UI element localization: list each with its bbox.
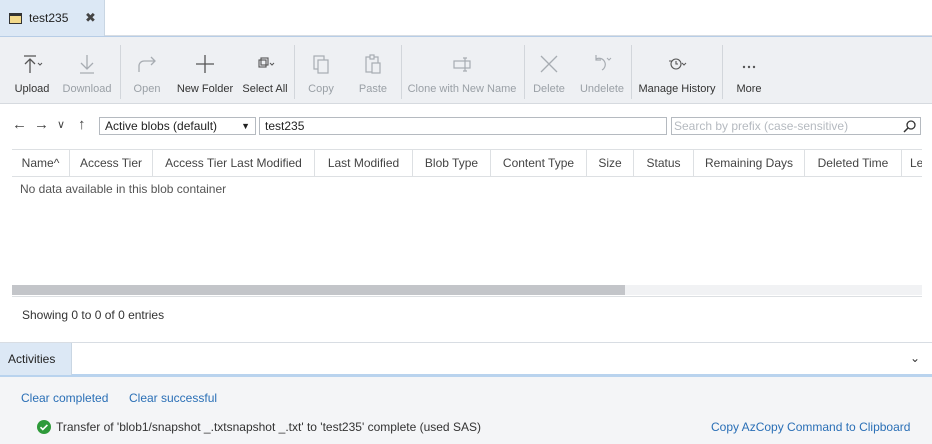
more-button[interactable]: More bbox=[732, 41, 766, 101]
back-arrow-icon[interactable]: ← bbox=[12, 117, 27, 133]
activity-message: Transfer of 'blob1/snapshot _.txtsnapsho… bbox=[56, 420, 481, 434]
tab-strip: test235 ✖ bbox=[0, 0, 932, 36]
column-header-content-type[interactable]: Content Type bbox=[491, 150, 587, 176]
tab-title: test235 bbox=[29, 11, 69, 25]
tab-activities[interactable]: Activities bbox=[0, 343, 72, 375]
copy-icon bbox=[313, 55, 329, 74]
forward-arrow-icon[interactable]: → bbox=[34, 117, 49, 133]
toolbar-separator bbox=[524, 45, 525, 99]
toolbar-separator bbox=[631, 45, 632, 99]
undelete-button[interactable]: Undelete bbox=[578, 41, 626, 101]
search-input[interactable]: Search by prefix (case-sensitive) bbox=[671, 117, 921, 135]
clone-icon bbox=[453, 57, 471, 72]
up-arrow-icon[interactable]: ↑ bbox=[78, 117, 86, 133]
chevron-down-icon[interactable]: ∨ bbox=[57, 117, 65, 133]
toolbar-separator bbox=[120, 45, 121, 99]
column-header-size[interactable]: Size bbox=[587, 150, 634, 176]
toolbar-separator bbox=[401, 45, 402, 99]
view-dropdown[interactable]: Active blobs (default) ▼ bbox=[99, 117, 256, 135]
new-folder-button[interactable]: New Folder bbox=[176, 41, 234, 101]
clear-completed-link[interactable]: Clear completed bbox=[21, 391, 108, 405]
container-icon bbox=[9, 12, 22, 24]
clear-successful-link[interactable]: Clear successful bbox=[129, 391, 217, 405]
column-header-access-tier-last-modified[interactable]: Access Tier Last Modified bbox=[153, 150, 315, 176]
more-icon bbox=[742, 65, 756, 69]
upload-icon bbox=[24, 55, 43, 73]
entries-count: Showing 0 to 0 of 0 entries bbox=[22, 308, 165, 322]
column-header-status[interactable]: Status bbox=[634, 150, 694, 176]
history-icon bbox=[669, 58, 687, 70]
open-icon bbox=[138, 56, 156, 72]
column-header-access-tier[interactable]: Access Tier bbox=[70, 150, 153, 176]
search-icon[interactable] bbox=[903, 119, 917, 133]
tab-test235[interactable]: test235 ✖ bbox=[0, 0, 105, 36]
toolbar-separator bbox=[294, 45, 295, 99]
copy-azcopy-command-link[interactable]: Copy AzCopy Command to Clipboard bbox=[711, 420, 910, 434]
column-header-last-modified[interactable]: Last Modified bbox=[315, 150, 413, 176]
table-header: Name^ Access Tier Access Tier Last Modif… bbox=[12, 149, 922, 177]
delete-icon bbox=[540, 55, 558, 73]
manage-history-button[interactable]: Manage History bbox=[637, 41, 717, 101]
sort-ascending-icon: ^ bbox=[53, 156, 60, 170]
column-header-deleted-time[interactable]: Deleted Time bbox=[805, 150, 902, 176]
select-all-button[interactable]: Select All bbox=[240, 41, 290, 101]
download-button[interactable]: Download bbox=[60, 41, 114, 101]
activities-panel: Clear completed Clear successful Transfe… bbox=[0, 377, 932, 444]
close-icon[interactable]: ✖ bbox=[85, 10, 96, 26]
select-all-icon bbox=[258, 57, 275, 68]
divider bbox=[12, 296, 922, 297]
column-header-name[interactable]: Name^ bbox=[12, 150, 70, 176]
toolbar-separator bbox=[722, 45, 723, 99]
upload-button[interactable]: Upload bbox=[12, 41, 52, 101]
search-placeholder: Search by prefix (case-sensitive) bbox=[674, 119, 849, 133]
open-button[interactable]: Open bbox=[128, 41, 166, 101]
navigation-bar: ← → ∨ ↑ Active blobs (default) ▼ test235… bbox=[0, 113, 932, 139]
empty-table-message: No data available in this blob container bbox=[20, 182, 227, 196]
download-icon bbox=[80, 55, 94, 74]
success-check-icon bbox=[37, 420, 51, 434]
horizontal-scrollbar-thumb[interactable] bbox=[12, 285, 625, 295]
activity-item: Transfer of 'blob1/snapshot _.txtsnapsho… bbox=[37, 419, 481, 435]
toolbar: Upload Download Open New Folder Select A… bbox=[0, 36, 932, 104]
column-header-remaining-days[interactable]: Remaining Days bbox=[694, 150, 805, 176]
paste-button[interactable]: Paste bbox=[354, 41, 392, 101]
chevron-down-icon[interactable]: ⌄ bbox=[910, 351, 920, 365]
clone-button[interactable]: Clone with New Name bbox=[406, 41, 518, 101]
column-header-blob-type[interactable]: Blob Type bbox=[413, 150, 491, 176]
paste-icon bbox=[365, 54, 381, 74]
undelete-icon bbox=[595, 55, 612, 71]
column-header-truncated[interactable]: Le bbox=[902, 150, 922, 176]
plus-icon bbox=[196, 55, 214, 73]
caret-down-icon: ▼ bbox=[241, 121, 250, 131]
path-input[interactable]: test235 bbox=[259, 117, 667, 135]
activities-header: Activities ⌄ bbox=[0, 342, 932, 377]
copy-button[interactable]: Copy bbox=[302, 41, 340, 101]
delete-button[interactable]: Delete bbox=[530, 41, 568, 101]
